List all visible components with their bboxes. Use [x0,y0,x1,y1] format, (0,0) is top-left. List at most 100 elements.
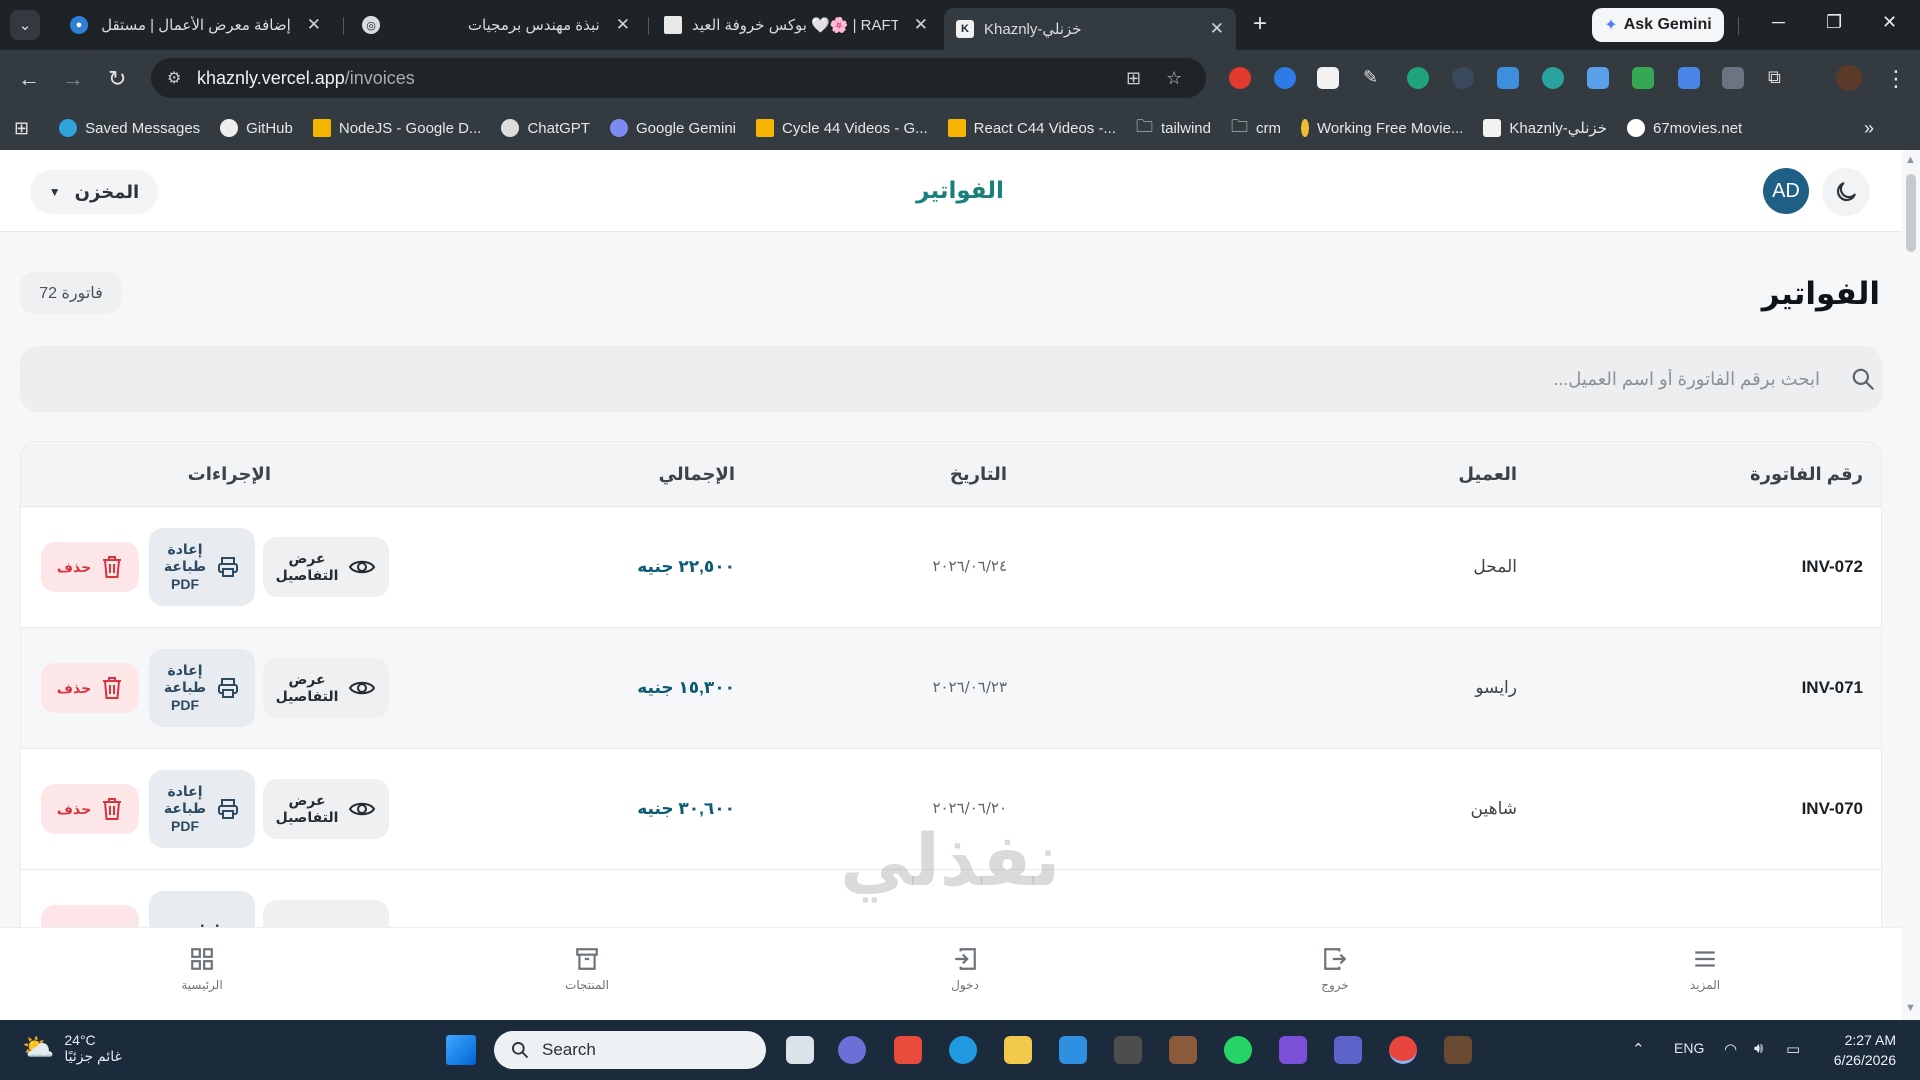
view-details-button[interactable]: عرض التفاصيل [263,658,389,718]
tab-search-button[interactable]: ⌄ [10,10,40,40]
nav-home[interactable]: الرئيسية [142,946,262,992]
battery-icon[interactable]: ▭ [1786,1040,1800,1058]
bookmark-item[interactable]: GitHub [220,119,293,137]
search-icon [512,1042,529,1059]
search-input[interactable] [40,346,1820,412]
teams-chat-icon[interactable] [838,1036,866,1064]
close-tab-icon[interactable]: ✕ [616,15,630,35]
windows-taskbar: ⛅ 24°C غائم جزئيًا Search ⌃ ENG ◠ 🔊︎ ▭ 2… [0,1020,1920,1080]
bookmark-item[interactable]: 🗀 tailwind [1136,114,1211,143]
extension-eyedropper-icon[interactable]: ✎ [1363,67,1385,89]
reload-icon[interactable]: ↻ [108,66,126,92]
view-details-button[interactable]: عرض التفاصيل [263,537,389,597]
extension-docs-icon[interactable] [1587,67,1609,89]
browser-tab-3[interactable]: بوكس خروفة العيد 🤍🌸 | RAFTS ✕ [652,8,940,42]
extension-tools-icon[interactable] [1722,67,1744,89]
language-indicator[interactable]: ENG [1674,1040,1704,1056]
scroll-thumb[interactable] [1906,174,1916,252]
extension-react-icon[interactable] [1452,67,1474,89]
invoice-date: ٢٠٢٦/٠٦/٢٠ [932,799,1007,817]
nav-products[interactable]: المنتجات [527,946,647,992]
scroll-up-icon[interactable]: ▲ [1905,154,1916,166]
extension-fi-icon[interactable] [1497,67,1519,89]
restore-icon[interactable]: ❐ [1826,12,1842,33]
forward-icon[interactable]: → [62,66,84,92]
address-bar[interactable]: ⚙ khaznly.vercel.app/invoices ⊞ ☆ [151,58,1206,98]
back-icon[interactable]: ← [18,66,40,92]
bookmark-item[interactable]: Khaznly-خزنلي [1483,119,1607,137]
extension-translate-icon[interactable] [1678,67,1700,89]
chrome-icon[interactable] [1389,1036,1417,1064]
reprint-pdf-button[interactable]: إعادة طباعة PDF [149,770,255,848]
nav-exit[interactable]: خروج [1275,946,1395,992]
bookmark-item[interactable]: 🗀 crm [1231,114,1281,143]
close-tab-icon[interactable]: ✕ [914,15,928,35]
gemini-sparkle-icon: ✦ [1604,17,1618,34]
app-icon[interactable] [1444,1036,1472,1064]
extension-blue-icon[interactable] [1274,67,1296,89]
vscode-icon[interactable] [1059,1036,1087,1064]
translate-icon[interactable]: ⊞ [1126,68,1141,89]
teams-icon[interactable] [1334,1036,1362,1064]
windows-start-icon[interactable] [446,1035,476,1065]
reprint-pdf-button[interactable]: إعادة طباعة PDF [149,649,255,727]
bookmark-item[interactable]: Cycle 44 Videos - G... [756,119,928,137]
close-tab-icon[interactable]: ✕ [307,15,321,35]
reprint-pdf-button[interactable]: إعادة طباعة PDF [149,528,255,606]
visual-studio-icon[interactable] [1279,1036,1307,1064]
weather-widget[interactable]: ⛅ 24°C غائم جزئيًا [22,1032,122,1065]
browser-tab-2[interactable]: ◎ نبذة مهندس برمجيات ✕ [350,8,642,42]
system-clock[interactable]: 2:27 AM 6/26/2026 [1824,1030,1896,1070]
browser-menu-icon[interactable]: ⋮ [1885,66,1907,92]
app-icon[interactable] [1169,1036,1197,1064]
profile-avatar[interactable] [1836,65,1862,91]
close-tab-icon[interactable]: ✕ [1210,19,1224,39]
calendar-app-icon[interactable] [894,1036,922,1064]
taskbar-search[interactable]: Search [494,1031,766,1069]
browser-tab-1[interactable]: ● إضافة معرض الأعمال | مستقل ✕ [58,8,333,42]
tray-overflow-icon[interactable]: ⌃ [1632,1040,1645,1058]
delete-button[interactable]: حذف [41,784,139,834]
new-tab-button[interactable]: + [1247,12,1273,38]
wifi-icon[interactable]: ◠ [1724,1040,1737,1058]
browser-tab-4-active[interactable]: K Khaznly-خزنلي ✕ [944,8,1236,50]
bookmark-item[interactable]: React C44 Videos -... [947,119,1116,137]
extension-shield-icon[interactable] [1632,67,1654,89]
more-bookmarks-icon[interactable]: » [1864,118,1874,139]
extension-stop-icon[interactable] [1229,67,1251,89]
store-dropdown-button[interactable]: ▼ المخزن [30,170,158,214]
extensions-puzzle-icon[interactable]: ⧉ [1768,67,1790,89]
ask-gemini-button[interactable]: ✦ Ask Gemini [1592,8,1724,42]
bookmarks-bar: ⊞ Saved Messages GitHub NodeJS - Google … [0,106,1920,150]
nav-enter[interactable]: دخول [905,946,1025,992]
nav-more[interactable]: المزيد [1645,946,1765,992]
bookmark-item[interactable]: 67movies.net [1626,119,1742,137]
view-details-button[interactable]: عرض التفاصيل [263,779,389,839]
game-icon[interactable] [1114,1036,1142,1064]
volume-icon[interactable]: 🔊︎ [1754,1040,1763,1057]
user-avatar[interactable]: AD [1763,168,1809,214]
printer-icon [218,799,239,819]
whatsapp-icon[interactable] [1224,1036,1252,1064]
task-view-icon[interactable] [786,1036,814,1064]
site-info-icon[interactable]: ⚙ [167,68,181,88]
extension-chatgpt-icon[interactable] [1407,67,1429,89]
scroll-down-icon[interactable]: ▼ [1905,1002,1916,1014]
bookmark-star-icon[interactable]: ☆ [1166,68,1182,89]
close-window-icon[interactable]: ✕ [1882,12,1897,33]
file-explorer-icon[interactable] [1004,1036,1032,1064]
minimize-icon[interactable]: ─ [1772,12,1785,33]
page-scrollbar[interactable]: ▲ ▼ [1902,150,1920,1020]
extension-text-icon[interactable] [1317,67,1339,89]
delete-button[interactable]: حذف [41,663,139,713]
bookmark-item[interactable]: Saved Messages [59,119,200,137]
apps-grid-icon[interactable]: ⊞ [14,118,29,139]
theme-toggle-button[interactable] [1822,168,1870,216]
edge-icon[interactable] [949,1036,977,1064]
bookmark-item[interactable]: ChatGPT [501,119,590,137]
bookmark-item[interactable]: NodeJS - Google D... [312,119,481,137]
extension-capture-icon[interactable] [1542,67,1564,89]
bookmark-item[interactable]: Google Gemini [609,119,736,137]
bookmark-item[interactable]: Working Free Movie... [1300,119,1463,137]
delete-button[interactable]: حذف [41,542,139,592]
